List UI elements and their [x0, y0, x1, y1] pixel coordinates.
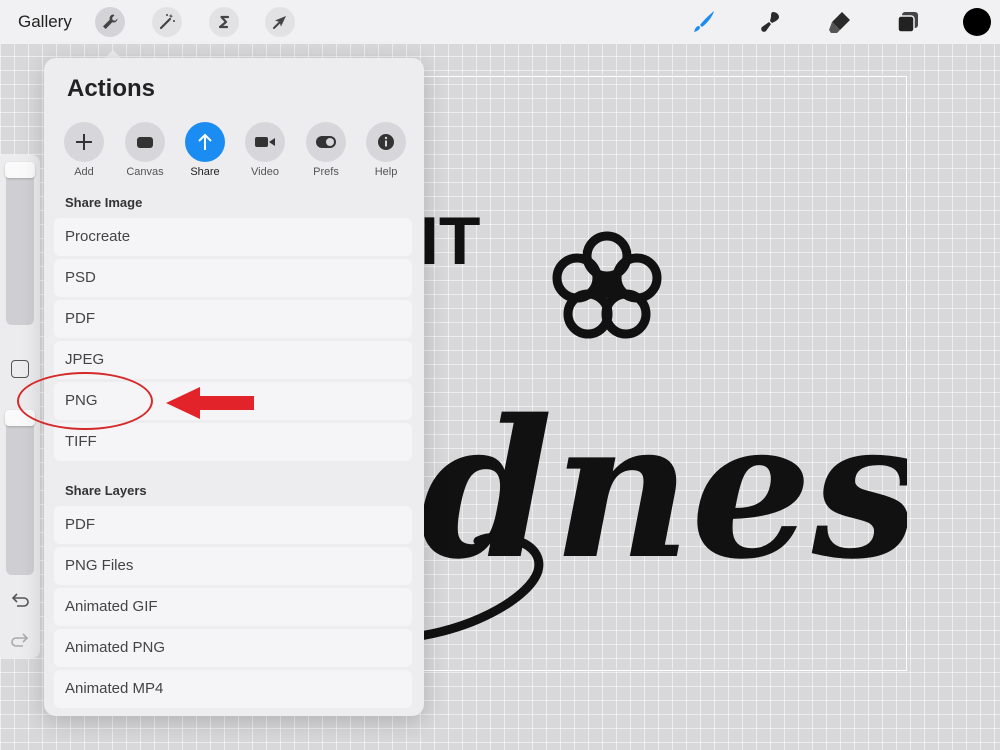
- share-layers-png-files[interactable]: PNG Files: [54, 547, 412, 585]
- share-image-tiff[interactable]: TIFF: [54, 423, 412, 461]
- smudge-tool-button[interactable]: [757, 8, 785, 36]
- brush-size-knob[interactable]: [5, 162, 35, 178]
- share-layers-animated-mp4[interactable]: Animated MP4: [54, 670, 412, 708]
- brush-icon: [694, 11, 714, 32]
- lettering-artwork: IT dness: [415, 203, 907, 641]
- panel-title: Actions: [67, 75, 156, 102]
- wrench-icon: [103, 14, 118, 29]
- artwork-text-it: IT: [420, 203, 480, 279]
- tab-video[interactable]: Video: [242, 122, 288, 178]
- gallery-button[interactable]: Gallery: [18, 12, 72, 32]
- share-image-procreate[interactable]: Procreate: [54, 218, 412, 256]
- undo-icon[interactable]: [8, 590, 32, 610]
- redo-icon[interactable]: [8, 630, 32, 650]
- png-highlight-ellipse: [17, 372, 153, 430]
- share-image-psd[interactable]: PSD: [54, 259, 412, 297]
- tab-share[interactable]: Share: [182, 122, 228, 178]
- toggle-icon: [316, 136, 336, 148]
- upload-arrow-icon: [198, 133, 212, 150]
- modifier-button[interactable]: [11, 360, 29, 378]
- selection-s-icon: [218, 15, 230, 29]
- brush-size-slider[interactable]: [6, 165, 34, 325]
- layers-icon: [897, 12, 918, 33]
- share-layers-pdf[interactable]: PDF: [54, 506, 412, 544]
- share-image-heading: Share Image: [65, 195, 143, 210]
- color-picker-button[interactable]: [963, 8, 991, 36]
- info-icon: [378, 134, 394, 150]
- plus-icon: [76, 134, 92, 150]
- canvas-icon: [137, 137, 153, 148]
- flower-doodle: [552, 231, 662, 339]
- share-layers-animated-gif[interactable]: Animated GIF: [54, 588, 412, 626]
- eraser-tool-button[interactable]: [826, 8, 854, 36]
- transform-button[interactable]: [265, 7, 295, 37]
- video-camera-icon: [255, 137, 275, 147]
- tab-help[interactable]: Help: [363, 122, 409, 178]
- transform-arrow-icon: [273, 16, 286, 29]
- eraser-icon: [829, 12, 850, 33]
- artwork-text-dness: dness: [420, 378, 907, 601]
- opacity-slider[interactable]: [6, 415, 34, 575]
- smudge-icon: [761, 12, 779, 32]
- top-toolbar: Gallery: [0, 0, 1000, 44]
- magic-wand-icon: [159, 14, 175, 30]
- brush-tool-button[interactable]: [690, 8, 718, 36]
- share-layers-animated-png[interactable]: Animated PNG: [54, 629, 412, 667]
- tab-add[interactable]: Add: [61, 122, 107, 178]
- selection-button[interactable]: [209, 7, 239, 37]
- layers-button[interactable]: [894, 8, 922, 36]
- tab-prefs[interactable]: Prefs: [303, 122, 349, 178]
- share-layers-heading: Share Layers: [65, 483, 147, 498]
- adjustments-button[interactable]: [152, 7, 182, 37]
- actions-tabs: Add Canvas Share Video Prefs Help: [61, 122, 411, 178]
- actions-wrench-button[interactable]: [95, 7, 125, 37]
- share-image-pdf[interactable]: PDF: [54, 300, 412, 338]
- pointer-arrow-icon: [166, 387, 254, 419]
- tab-canvas[interactable]: Canvas: [122, 122, 168, 178]
